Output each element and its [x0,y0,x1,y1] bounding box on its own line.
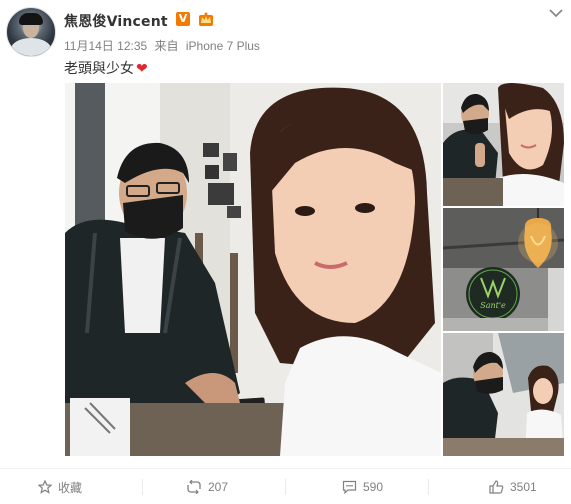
divider [142,479,143,495]
repost-count: 207 [208,480,229,494]
post-source[interactable]: iPhone 7 Plus [186,39,260,53]
comment-count: 590 [363,480,384,494]
post-meta: 11月14日 12:35 来自 iPhone 7 Plus [64,37,264,54]
thumb-photo-2[interactable]: Sant'e [443,208,564,331]
star-icon [38,480,52,494]
chevron-down-icon[interactable] [548,6,564,20]
favorite-label: 收藏 [58,480,83,495]
username[interactable]: 焦恩俊Vincent [64,11,168,31]
action-bar: 收藏 207 590 3501 [0,468,571,504]
like-count: 3501 [510,480,537,494]
thumb-photo-1[interactable] [443,83,564,206]
avatar[interactable] [6,7,56,57]
main-photo[interactable] [65,83,441,456]
repost-button[interactable]: 207 [186,478,228,496]
heart-emoji-icon: ❤ [136,60,148,76]
source-prefix: 来自 [154,39,179,53]
divider [428,479,429,495]
verified-badge-icon[interactable]: V [176,12,190,26]
thumbs-up-icon [489,480,504,494]
post-text: 老頭與少女 ❤ [64,58,148,78]
weibo-post-card: 焦恩俊Vincent V 11月14日 12:35 来自 iPhone 7 Pl… [0,0,571,503]
like-button[interactable]: 3501 [489,478,537,496]
post-text-body: 老頭與少女 [64,60,134,76]
member-crown-icon[interactable] [198,11,214,27]
comment-icon [342,480,357,494]
cafe-sign-text: Sant'e [480,301,506,310]
divider [285,479,286,495]
comment-button[interactable]: 590 [342,478,383,496]
repost-icon [187,480,201,494]
post-time[interactable]: 11月14日 12:35 [64,39,147,53]
thumb-photo-3[interactable] [443,333,564,456]
favorite-button[interactable]: 收藏 [38,478,82,496]
